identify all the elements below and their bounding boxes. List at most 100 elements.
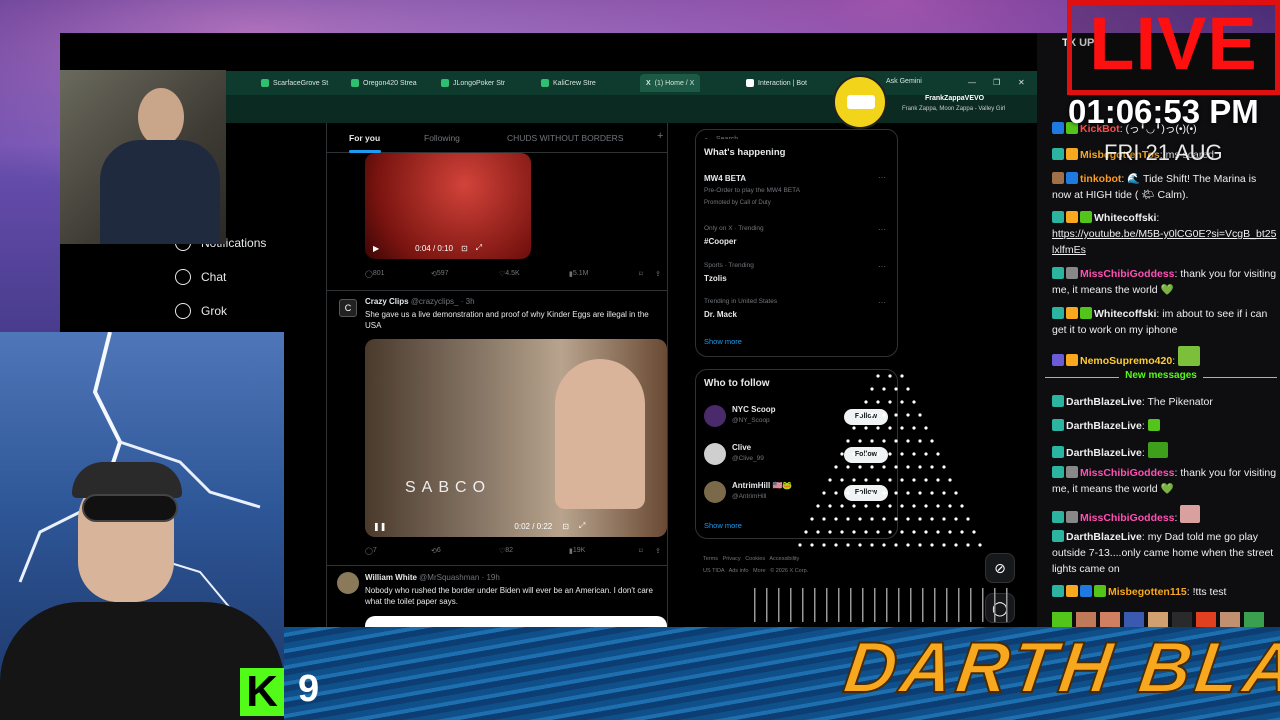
- repost-button[interactable]: ⟲ 6: [431, 547, 441, 555]
- tab-interaction-bot[interactable]: Interaction | Bot: [740, 74, 813, 92]
- plinko-peg: [978, 543, 982, 547]
- tab-kalicrew[interactable]: KaliCrew Stre: [535, 74, 602, 92]
- tab-chuds-without-borders[interactable]: CHUDS WITHOUT BORDERS: [507, 133, 624, 143]
- maximize-icon[interactable]: ❐: [993, 78, 1000, 87]
- bookmark-icon[interactable]: ⌑: [639, 547, 643, 555]
- plinko-peg: [858, 491, 862, 495]
- tab-jlongopoker[interactable]: JLongoPoker Str: [435, 74, 511, 92]
- chat-message: NemoSupremo420:: [1052, 346, 1277, 369]
- plinko-slot-divider: [934, 588, 936, 622]
- plinko-peg: [924, 452, 928, 456]
- show-more-link[interactable]: Show more: [704, 521, 742, 530]
- captions-icon[interactable]: ⊡: [461, 244, 468, 253]
- share-icon[interactable]: ⇪: [655, 547, 661, 555]
- tab-oregon420[interactable]: Oregon420 Strea: [345, 74, 423, 92]
- plinko-peg: [864, 426, 868, 430]
- like-button[interactable]: ♡ 4.5K: [499, 270, 520, 278]
- plinko-peg: [918, 439, 922, 443]
- plinko-peg: [966, 543, 970, 547]
- tab-for-you[interactable]: For you: [349, 133, 380, 143]
- more-icon[interactable]: ···: [878, 298, 886, 307]
- plinko-peg: [906, 517, 910, 521]
- trend-title[interactable]: Tzolis: [704, 274, 727, 283]
- fullscreen-icon[interactable]: ⤢: [579, 521, 585, 531]
- trend-title[interactable]: #Cooper: [704, 237, 736, 246]
- plinko-peg: [918, 491, 922, 495]
- footer-link[interactable]: Terms: [703, 556, 718, 562]
- nav-grok[interactable]: Grok: [175, 303, 227, 319]
- number-badge-icon: [1052, 466, 1064, 478]
- more-icon[interactable]: ···: [878, 173, 886, 182]
- plinko-peg: [852, 426, 856, 430]
- avatar[interactable]: C: [339, 299, 357, 317]
- number-badge-icon: [1052, 354, 1064, 366]
- tweet-video[interactable]: ▶ 0:04 / 0:10 ⊡ ⤢: [365, 153, 531, 259]
- tab-x-home[interactable]: X (1) Home / X: [640, 74, 701, 92]
- plinko-peg: [882, 387, 886, 391]
- plinko-peg: [822, 491, 826, 495]
- plinko-peg: [870, 439, 874, 443]
- tweet-author[interactable]: William White @MrSquashman · 19h: [365, 573, 500, 582]
- fullscreen-icon[interactable]: ⤢: [476, 243, 482, 253]
- close-icon[interactable]: ✕: [1018, 78, 1025, 87]
- viewer-count: 9: [298, 668, 320, 710]
- stream-overlay: ScarfaceGrove St Oregon420 Strea JLongoP…: [0, 0, 1280, 720]
- reply-button[interactable]: ◯ 7: [365, 547, 377, 555]
- plinko-peg: [858, 543, 862, 547]
- tab-following[interactable]: Following: [424, 133, 460, 143]
- number-badge-icon: [1052, 148, 1064, 160]
- footer-link[interactable]: Privacy: [723, 556, 741, 562]
- trend-title[interactable]: Dr. Mack: [704, 310, 737, 319]
- play-icon[interactable]: ▶: [373, 244, 379, 253]
- plinko-slot-divider: [826, 588, 828, 622]
- tweet-video[interactable]: SABCO ❚❚ 0:02 / 0:22 ⊡ ⤢: [365, 339, 667, 537]
- trend-title[interactable]: MW4 BETA: [704, 174, 746, 183]
- tab-scarfacegrove[interactable]: ScarfaceGrove St: [255, 74, 334, 92]
- plinko-peg: [840, 504, 844, 508]
- avatar[interactable]: [704, 481, 726, 503]
- plinko-peg: [810, 517, 814, 521]
- plinko-peg: [864, 504, 868, 508]
- footer-link[interactable]: US TIDA: [703, 568, 724, 574]
- emote-icon: [1147, 442, 1168, 458]
- add-tab-button[interactable]: +: [657, 130, 663, 142]
- captions-icon[interactable]: ⊡: [562, 522, 569, 531]
- plinko-peg: [864, 452, 868, 456]
- show-more-link[interactable]: Show more: [704, 337, 742, 346]
- minimize-icon[interactable]: —: [968, 78, 976, 87]
- chat-link[interactable]: https://youtube.be/M5B-y0lCG0E?si=VcgB_b…: [1052, 228, 1276, 256]
- crown-badge-icon: [1066, 148, 1078, 160]
- tweet-author[interactable]: Crazy Clips @crazyclips_ · 3h: [365, 297, 475, 306]
- plinko-peg: [900, 478, 904, 482]
- views-count: ▮ 19K: [569, 547, 586, 555]
- footer-link[interactable]: Ads info: [729, 568, 749, 574]
- ask-gemini-button[interactable]: Ask Gemini: [886, 78, 922, 85]
- emote-icon: [1147, 419, 1160, 431]
- tab-favicon-icon: [541, 79, 549, 87]
- crown-badge-icon: [1066, 211, 1078, 223]
- more-icon[interactable]: ···: [878, 262, 886, 271]
- pause-icon[interactable]: ❚❚: [373, 522, 386, 531]
- nav-chat[interactable]: Chat: [175, 269, 226, 285]
- plinko-peg: [852, 530, 856, 534]
- chat-message: MissChibiGoddess: thank you for visiting…: [1052, 267, 1277, 296]
- more-icon[interactable]: ···: [878, 225, 886, 234]
- repost-button[interactable]: ⟲ 597: [431, 270, 449, 278]
- like-button[interactable]: ♡ 82: [499, 547, 513, 555]
- share-icon[interactable]: ⇪: [655, 270, 661, 278]
- plinko-peg: [942, 491, 946, 495]
- chat-emote-row: [1052, 612, 1277, 628]
- avatar[interactable]: [704, 443, 726, 465]
- reply-button[interactable]: ◯ 801: [365, 270, 385, 278]
- avatar[interactable]: [704, 405, 726, 427]
- plinko-peg: [936, 504, 940, 508]
- bookmark-icon[interactable]: ⌑: [639, 270, 643, 278]
- video-person: [555, 359, 645, 509]
- gift-badge-icon: [1080, 585, 1092, 597]
- plinko-peg: [840, 530, 844, 534]
- tweet-divider: [327, 290, 667, 291]
- plinko-peg: [840, 452, 844, 456]
- plinko-peg: [930, 439, 934, 443]
- avatar[interactable]: [337, 572, 359, 594]
- number-badge-icon: [1052, 585, 1064, 597]
